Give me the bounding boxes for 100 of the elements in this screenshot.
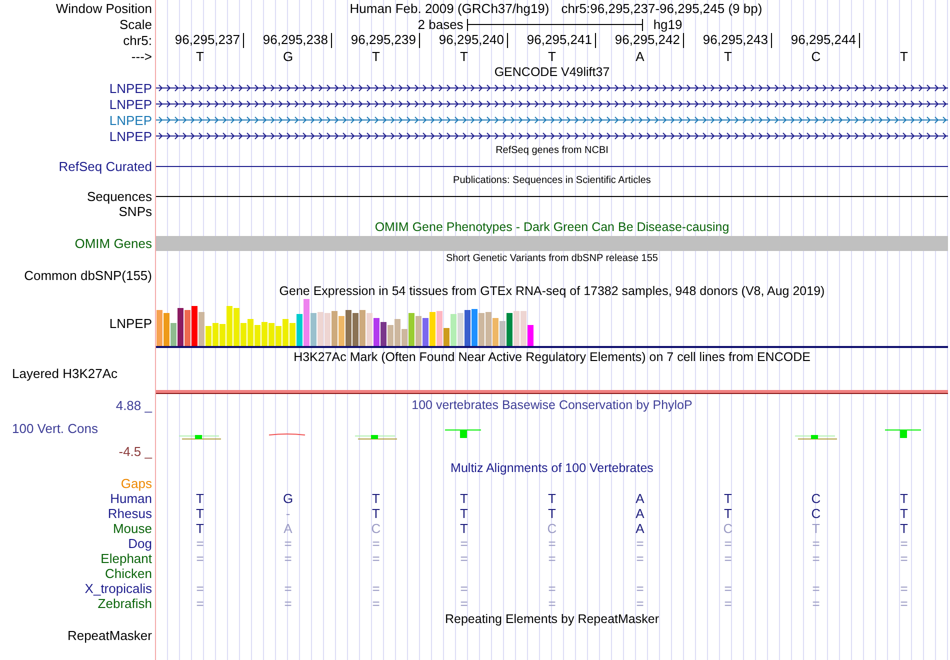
alignment-base: T bbox=[548, 507, 556, 520]
alignment-base: - bbox=[286, 507, 290, 520]
alignment-base: = bbox=[636, 597, 644, 610]
track-title: GENCODE V49lift37 bbox=[494, 66, 610, 78]
assembly-title: Human Feb. 2009 (GRCh37/hg19) bbox=[350, 2, 550, 14]
alignment-base: = bbox=[284, 582, 292, 595]
track-label[interactable]: RefSeq Curated bbox=[58, 160, 152, 172]
alignment-base: = bbox=[812, 537, 820, 550]
track-label[interactable]: 100 Vert. Cons bbox=[0, 422, 98, 435]
base-letter: T bbox=[724, 50, 732, 62]
track-label[interactable]: Elephant bbox=[100, 552, 152, 565]
alignment-base: = bbox=[284, 537, 292, 550]
alignment-base: A bbox=[284, 522, 292, 535]
track-title: Multiz Alignments of 100 Vertebrates bbox=[450, 462, 654, 474]
alignment-base: = bbox=[284, 552, 292, 565]
track-label[interactable]: Mouse bbox=[112, 522, 152, 535]
alignment-base: = bbox=[900, 597, 908, 610]
track-label[interactable]: Dog bbox=[128, 537, 152, 550]
track-title: Gene Expression in 54 tissues from GTEx RNA-seq of 17382 samples, 948 donors (V8, Aug 2019) bbox=[279, 284, 825, 298]
alignment-base: A bbox=[636, 507, 644, 520]
ruler-tick: 96,295,242 bbox=[614, 33, 684, 48]
ruler-tick: 96,295,239 bbox=[350, 33, 420, 48]
alignment-base: C bbox=[547, 522, 557, 535]
row-label: Scale bbox=[119, 18, 152, 31]
alignment-base: = bbox=[900, 537, 908, 550]
track-label[interactable]: Rhesus bbox=[108, 507, 152, 520]
alignment-base: = bbox=[196, 582, 204, 595]
row-label: chr5: bbox=[123, 34, 152, 47]
track-title: RefSeq genes from NCBI bbox=[496, 146, 608, 156]
alignment-base: = bbox=[636, 552, 644, 565]
track-label[interactable]: Chicken bbox=[105, 567, 152, 580]
base-letter: T bbox=[900, 50, 908, 62]
base-letter: A bbox=[636, 50, 644, 62]
track-label[interactable]: SNPs bbox=[118, 205, 152, 218]
alignment-base: = bbox=[900, 582, 908, 595]
alignment-base: = bbox=[636, 537, 644, 550]
track-label[interactable]: X_tropicalis bbox=[84, 582, 152, 595]
alignment-base: T bbox=[900, 522, 908, 535]
alignment-base: T bbox=[724, 507, 732, 520]
track-label[interactable]: Human bbox=[110, 492, 152, 505]
track-label[interactable]: LNPEP bbox=[109, 114, 152, 126]
alignment-base: = bbox=[724, 597, 732, 610]
alignment-base: = bbox=[812, 597, 820, 610]
scale-assembly: hg19 bbox=[652, 18, 682, 31]
alignment-base: = bbox=[812, 582, 820, 595]
alignment-base: = bbox=[548, 582, 556, 595]
ruler-tick: 96,295,241 bbox=[526, 33, 596, 48]
track-title: OMIM Gene Phenotypes - Dark Green Can Be Disease-causing bbox=[374, 221, 730, 234]
ruler-tick: 96,295,240 bbox=[438, 33, 508, 48]
alignment-base: T bbox=[460, 522, 468, 535]
ruler-tick: 96,295,237 bbox=[174, 33, 244, 48]
track-label[interactable]: Zebrafish bbox=[98, 597, 152, 610]
alignment-base: = bbox=[636, 582, 644, 595]
base-letter: G bbox=[282, 50, 294, 62]
track-title: Repeating Elements by RepeatMasker bbox=[444, 612, 659, 626]
alignment-base: T bbox=[196, 522, 204, 535]
alignment-base: C bbox=[811, 492, 821, 505]
alignment-base: = bbox=[372, 597, 380, 610]
base-letter: T bbox=[548, 50, 556, 62]
base-letter: C bbox=[811, 50, 821, 62]
track-label[interactable]: Layered H3K27Ac bbox=[12, 367, 118, 380]
alignment-base: T bbox=[548, 492, 556, 505]
base-letter: T bbox=[196, 50, 204, 62]
alignment-base: T bbox=[460, 492, 468, 505]
alignment-base: = bbox=[460, 552, 468, 565]
alignment-base: = bbox=[724, 537, 732, 550]
alignment-base: A bbox=[636, 522, 644, 535]
alignment-base: T bbox=[196, 507, 204, 520]
base-letter: T bbox=[372, 50, 380, 62]
track-label[interactable]: RepeatMasker bbox=[67, 628, 152, 642]
track-title: Short Genetic Variants from dbSNP release 155 bbox=[446, 254, 658, 264]
track-label[interactable]: LNPEP bbox=[109, 98, 152, 110]
alignment-base: = bbox=[372, 582, 380, 595]
alignment-base: C bbox=[723, 522, 733, 535]
alignment-base: G bbox=[282, 492, 294, 505]
alignment-base: T bbox=[196, 492, 204, 505]
track-label[interactable]: Sequences bbox=[86, 190, 152, 202]
alignment-base: T bbox=[812, 522, 820, 535]
alignment-base: = bbox=[724, 582, 732, 595]
alignment-base: T bbox=[372, 507, 380, 520]
alignment-base: = bbox=[196, 552, 204, 565]
alignment-base: = bbox=[372, 552, 380, 565]
track-label[interactable]: LNPEP bbox=[109, 82, 152, 94]
alignment-base: T bbox=[900, 507, 908, 520]
ruler-tick: 96,295,238 bbox=[262, 33, 332, 48]
track-label[interactable]: LNPEP bbox=[109, 130, 152, 142]
alignment-base: = bbox=[460, 597, 468, 610]
row-label: Window Position bbox=[56, 2, 152, 14]
track-label[interactable]: Common dbSNP(155) bbox=[24, 268, 152, 282]
track-title: H3K27Ac Mark (Often Found Near Active Regulatory Elements) on 7 cell lines from ENCODE bbox=[294, 350, 810, 364]
strand-label: ---> bbox=[131, 50, 152, 62]
track-title: Publications: Sequences in Scientific Articles bbox=[453, 176, 651, 186]
alignment-base: = bbox=[460, 582, 468, 595]
track-label[interactable]: LNPEP bbox=[109, 317, 152, 330]
axis-min-label: -4.5 _ bbox=[118, 445, 152, 458]
alignment-base: T bbox=[724, 492, 732, 505]
alignment-base: = bbox=[460, 537, 468, 550]
alignment-base: = bbox=[548, 597, 556, 610]
alignment-base: = bbox=[196, 537, 204, 550]
track-label[interactable]: OMIM Genes bbox=[74, 237, 152, 250]
